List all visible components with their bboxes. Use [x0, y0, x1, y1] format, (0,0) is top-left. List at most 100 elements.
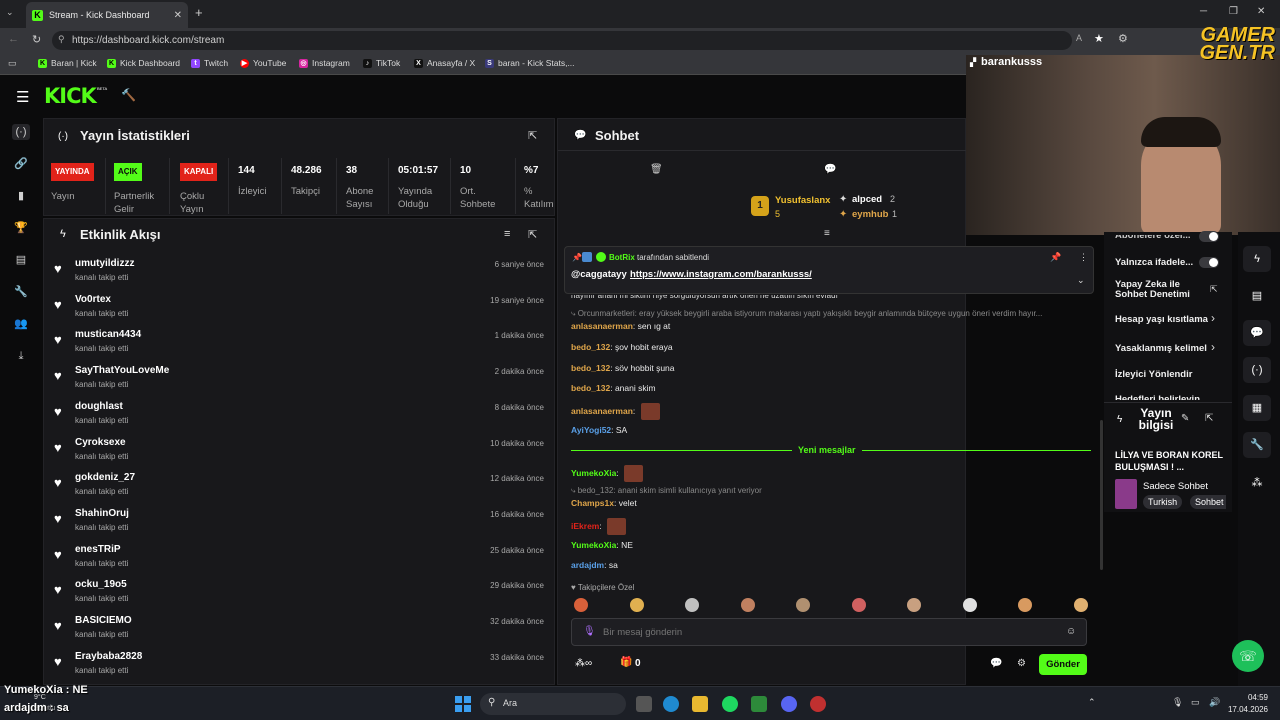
analytics-nav-icon[interactable]: ▮ [13, 188, 29, 204]
chat-username[interactable]: bedo_132 [571, 363, 610, 373]
bookmark-tiktok[interactable]: ♪ TikTok [363, 58, 400, 68]
tray-chevron-icon[interactable]: ⌃ [1088, 697, 1096, 708]
back-icon[interactable]: ← [8, 33, 19, 45]
feed-username[interactable]: Vo0rtex [75, 294, 111, 305]
chevron-down-icon[interactable]: ⌄ [1077, 275, 1085, 286]
tools-nav-icon[interactable]: 🔧 [13, 284, 29, 300]
mic-icon[interactable]: 🎙 [583, 626, 596, 637]
trash-icon[interactable]: 🗑 [650, 164, 663, 175]
chat-icon[interactable]: 💬 [1243, 320, 1271, 346]
task-view-icon[interactable] [636, 696, 652, 712]
bookmark-youtube[interactable]: ▶ YouTube [240, 58, 286, 68]
feed-username[interactable]: gokdeniz_27 [75, 472, 135, 483]
chat-username[interactable]: YumekoXia [571, 540, 616, 550]
emotes-only-toggle[interactable] [1199, 257, 1219, 268]
app-icon[interactable] [751, 696, 767, 712]
feed-row[interactable]: ♥ Cyroksexe kanalı takip etti 10 dakika önc… [44, 431, 554, 466]
raid-viewers-setting[interactable]: İzleyici Yönlendir [1115, 369, 1192, 380]
channel-points-icon[interactable]: ⁂∞ [575, 658, 592, 669]
hammer-icon[interactable]: 🔨 [121, 88, 136, 102]
chat-username[interactable]: bedo_132 [571, 342, 610, 352]
bookmark-baran-kick[interactable]: K Baran | Kick [38, 58, 97, 68]
more-options-icon[interactable]: ⋮ [1079, 252, 1088, 263]
wrench-icon[interactable]: 🔧 [1243, 432, 1271, 458]
favorite-star-icon[interactable]: ★ [1094, 32, 1104, 45]
feed-row[interactable]: ♥ SayThatYouLoveMe kanalı takip etti 2 daki… [44, 359, 554, 394]
pinned-by-name[interactable]: BotRix [609, 253, 635, 262]
browser-tab[interactable]: K Stream - Kick Dashboard ✕ [26, 2, 188, 28]
feed-username[interactable]: umutyildizzz [75, 258, 134, 269]
popout-icon[interactable]: ⇱ [528, 129, 537, 142]
emotes-only-setting[interactable]: Yalnızca ifadele... [1115, 257, 1193, 268]
new-tab-button[interactable]: + [195, 5, 203, 20]
chat-username[interactable]: YumekoXia [571, 468, 616, 478]
feed-row[interactable]: ♥ Eraybaba2828 kanalı takip etti 33 dakika … [44, 645, 554, 680]
window-close-icon[interactable]: ✕ [1257, 6, 1265, 17]
chat-username[interactable]: anlasanaerman [571, 406, 633, 416]
clock-time[interactable]: 04:59 [1236, 693, 1268, 702]
mic-tray-icon[interactable]: 🎙 [1172, 697, 1183, 708]
external-link-icon[interactable]: ⇱ [1210, 284, 1218, 295]
edge-icon[interactable] [663, 696, 679, 712]
feed-username[interactable]: SayThatYouLoveMe [75, 365, 169, 376]
bookmark-kick-dashboard[interactable]: K Kick Dashboard [107, 58, 180, 68]
feed-row[interactable]: ♥ mustican4434 kanalı takip etti 1 dakika ö… [44, 323, 554, 358]
ai-moderation-setting[interactable]: Yapay Zeka ile Sohbet Denetimi [1115, 280, 1195, 300]
tag-turkish[interactable]: Turkish [1143, 495, 1183, 509]
feed-username[interactable]: mustican4434 [75, 329, 141, 340]
reload-icon[interactable]: ↻ [32, 33, 41, 46]
bookmark-instagram[interactable]: ◎ Instagram [299, 58, 350, 68]
feed-row[interactable]: ♥ ShahinOruj kanalı takip etti 16 dakika ön… [44, 502, 554, 537]
taskbar-search[interactable] [480, 693, 626, 715]
chat-username[interactable]: bedo_132 [571, 383, 610, 393]
subscribers-only-toggle[interactable] [1199, 231, 1219, 242]
spotify-icon[interactable] [722, 696, 738, 712]
chevron-right-icon[interactable]: › [1211, 311, 1215, 325]
feed-row[interactable]: ♥ doughlast kanalı takip etti 8 dakika önce [44, 395, 554, 430]
gear-icon[interactable]: ⚙ [1017, 658, 1026, 669]
banned-words-setting[interactable]: Yasaklanmış kelimel [1115, 343, 1207, 354]
file-explorer-icon[interactable] [692, 696, 708, 712]
gifter-name[interactable]: eymhub [852, 209, 888, 220]
maximize-icon[interactable]: ❐ [1229, 6, 1238, 17]
category-name[interactable]: Sadece Sohbet [1143, 481, 1208, 492]
video-nav-icon[interactable]: ▤ [13, 252, 29, 268]
expand-gifters-icon[interactable]: ≡ [824, 228, 830, 239]
kick-logo[interactable]: KICK [44, 84, 97, 108]
feed-username[interactable]: ocku_19o5 [75, 579, 127, 590]
emoji-icon[interactable] [851, 598, 866, 612]
emoji-icon[interactable] [1073, 598, 1088, 612]
chat-username[interactable]: Champs1x [571, 498, 614, 508]
bookmark-x[interactable]: X Anasayfa / X [414, 58, 475, 68]
stream-nav-icon[interactable]: (·) [12, 124, 30, 140]
emoji-icon[interactable] [574, 598, 588, 612]
url-field[interactable]: https://dashboard.kick.com/stream [52, 31, 1072, 50]
category-thumbnail[interactable] [1115, 479, 1137, 509]
chevron-right-icon[interactable]: › [1211, 340, 1215, 354]
filter-icon[interactable]: ≡ [504, 228, 510, 240]
chat-username[interactable]: iEkrem [571, 521, 599, 531]
emoji-icon[interactable] [962, 598, 977, 612]
menu-icon[interactable]: ☰ [16, 88, 29, 106]
trophy-nav-icon[interactable]: 🏆 [13, 220, 29, 236]
sidebar-toggle-icon[interactable]: ▭ [8, 58, 17, 69]
notes-icon[interactable]: ▤ [1243, 283, 1271, 309]
unpin-icon[interactable]: 📌 [1050, 252, 1061, 263]
emoji-picker-icon[interactable]: ☺ [1066, 626, 1076, 637]
close-icon[interactable]: ✕ [174, 10, 182, 21]
emoji-icon[interactable] [685, 598, 699, 612]
feed-row[interactable]: ♥ umutyildizzz kanalı takip etti 6 saniye ö… [44, 252, 554, 287]
popout-icon[interactable]: ⇱ [528, 228, 537, 241]
chat-username[interactable]: AyiYogi52 [571, 425, 611, 435]
emoji-icon[interactable] [740, 598, 755, 612]
emoji-icon[interactable] [907, 598, 921, 612]
chat-scrollbar[interactable] [1100, 420, 1103, 570]
discord-icon[interactable] [781, 696, 797, 712]
emoji-icon[interactable] [629, 598, 644, 612]
layout-icon[interactable]: ▦ [1243, 395, 1271, 421]
feed-row[interactable]: ♥ ocku_19o5 kanalı takip etti 29 dakika önc… [44, 573, 554, 608]
community-icon[interactable]: ⁂ [1243, 470, 1271, 496]
chat-mode-icon[interactable]: 💬 [824, 164, 836, 175]
feed-row[interactable]: ♥ BASICIEMO kanalı takip etti 32 dakika önc… [44, 609, 554, 644]
feed-username[interactable]: ShahinOruj [75, 508, 129, 519]
